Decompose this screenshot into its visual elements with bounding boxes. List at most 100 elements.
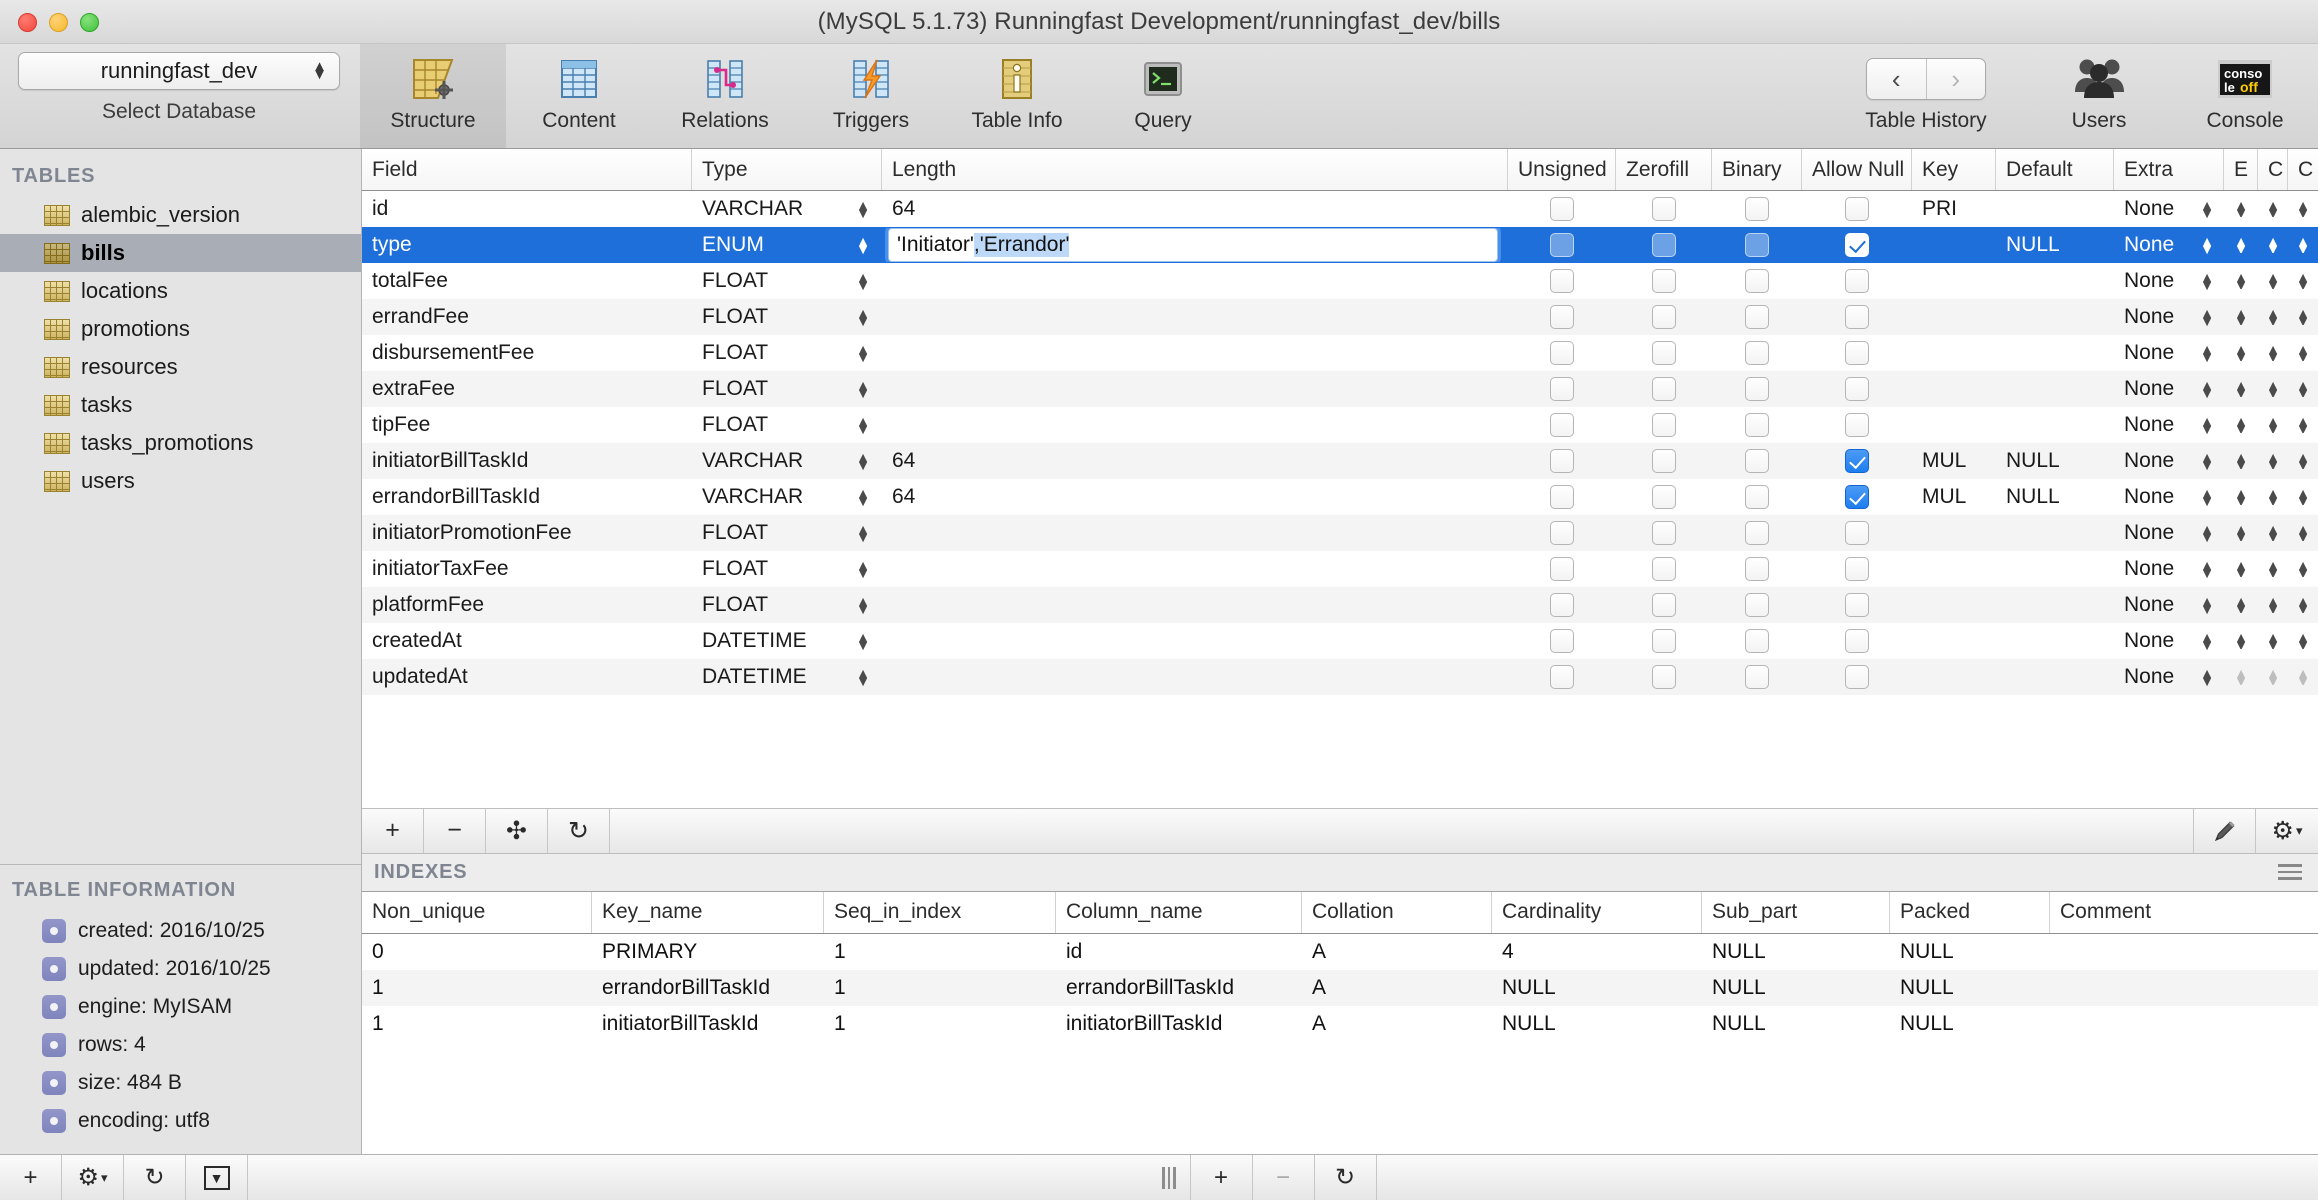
field-c2-cell[interactable]: ▲▼	[2288, 345, 2318, 361]
field-c1-cell[interactable]: ▲▼	[2258, 489, 2288, 505]
binary-checkbox[interactable]	[1745, 341, 1769, 365]
zerofill-checkbox[interactable]	[1652, 449, 1676, 473]
chevron-updown-icon[interactable]: ▲▼	[856, 489, 870, 505]
chevron-updown-icon[interactable]: ▲▼	[2296, 633, 2310, 649]
zerofill-checkbox-cell[interactable]	[1616, 269, 1712, 293]
field-c1-cell[interactable]: ▲▼	[2258, 417, 2288, 433]
allow-null-checkbox[interactable]	[1845, 413, 1869, 437]
allow-null-checkbox-cell[interactable]	[1802, 341, 1912, 365]
table-actions-gear-button[interactable]: ⚙ ▾	[62, 1155, 124, 1200]
structure-row[interactable]: errandorBillTaskIdVARCHAR▲▼64MULNULLNone…	[362, 479, 2318, 515]
indexes-row[interactable]: 1initiatorBillTaskId1initiatorBillTaskId…	[362, 1006, 2318, 1042]
field-type-cell[interactable]: FLOAT▲▼	[692, 593, 882, 617]
chevron-updown-icon[interactable]: ▲▼	[2200, 561, 2214, 577]
chevron-updown-icon[interactable]: ▲▼	[2234, 201, 2248, 217]
field-c1-cell[interactable]: ▲▼	[2258, 633, 2288, 649]
field-default-cell[interactable]: NULL	[1996, 233, 2114, 257]
chevron-updown-icon[interactable]: ▲▼	[2200, 381, 2214, 397]
unsigned-checkbox-cell[interactable]	[1508, 233, 1616, 257]
field-extra-cell[interactable]: None▲▼	[2114, 593, 2224, 617]
allow-null-checkbox-cell[interactable]	[1802, 305, 1912, 329]
field-c2-cell[interactable]: ▲▼	[2288, 417, 2318, 433]
field-e-cell[interactable]: ▲▼	[2224, 237, 2258, 253]
chevron-updown-icon[interactable]: ▲▼	[2234, 345, 2248, 361]
zerofill-checkbox-cell[interactable]	[1616, 305, 1712, 329]
field-extra-cell[interactable]: None▲▼	[2114, 485, 2224, 509]
field-c1-cell[interactable]: ▲▼	[2258, 561, 2288, 577]
allow-null-checkbox[interactable]	[1845, 629, 1869, 653]
chevron-updown-icon[interactable]: ▲▼	[2200, 237, 2214, 253]
chevron-updown-icon[interactable]: ▲▼	[2296, 525, 2310, 541]
chevron-updown-icon[interactable]: ▲▼	[2200, 417, 2214, 433]
chevron-updown-icon[interactable]: ▲▼	[2234, 633, 2248, 649]
unsigned-checkbox[interactable]	[1550, 665, 1574, 689]
indexes-table-body[interactable]: 0PRIMARY1idA4NULLNULL1errandorBillTaskId…	[362, 934, 2318, 1042]
structure-row[interactable]: idVARCHAR▲▼64PRINone▲▼▲▼▲▼▲▼	[362, 191, 2318, 227]
chevron-updown-icon[interactable]: ▲▼	[2266, 489, 2280, 505]
chevron-updown-icon[interactable]: ▲▼	[856, 453, 870, 469]
binary-checkbox[interactable]	[1745, 629, 1769, 653]
chevron-updown-icon[interactable]: ▲▼	[2296, 489, 2310, 505]
chevron-updown-icon[interactable]: ▲▼	[2234, 381, 2248, 397]
zerofill-checkbox[interactable]	[1652, 233, 1676, 257]
unsigned-checkbox-cell[interactable]	[1508, 305, 1616, 329]
tab-query[interactable]: Query	[1090, 44, 1236, 148]
field-extra-cell[interactable]: None▲▼	[2114, 449, 2224, 473]
unsigned-checkbox-cell[interactable]	[1508, 413, 1616, 437]
binary-checkbox[interactable]	[1745, 449, 1769, 473]
chevron-updown-icon[interactable]: ▲▼	[2200, 489, 2214, 505]
allow-null-checkbox[interactable]	[1845, 449, 1869, 473]
structure-col-header-e[interactable]: E	[2224, 149, 2258, 190]
field-c2-cell[interactable]: ▲▼	[2288, 525, 2318, 541]
field-extra-cell[interactable]: None▲▼	[2114, 197, 2224, 221]
structure-col-header-c2[interactable]: C	[2288, 149, 2318, 190]
field-length-cell[interactable]: 'Initiator','Errandor'	[882, 228, 1508, 262]
structure-col-header-binary[interactable]: Binary	[1712, 149, 1802, 190]
allow-null-checkbox-cell[interactable]	[1802, 485, 1912, 509]
zerofill-checkbox[interactable]	[1652, 341, 1676, 365]
sidebar-table-tasks_promotions[interactable]: tasks_promotions	[0, 424, 361, 462]
refresh-tables-button[interactable]: ↻	[124, 1155, 186, 1200]
allow-null-checkbox[interactable]	[1845, 269, 1869, 293]
allow-null-checkbox-cell[interactable]	[1802, 197, 1912, 221]
unsigned-checkbox[interactable]	[1550, 197, 1574, 221]
structure-col-header-default[interactable]: Default	[1996, 149, 2114, 190]
zerofill-checkbox-cell[interactable]	[1616, 377, 1712, 401]
field-c1-cell[interactable]: ▲▼	[2258, 309, 2288, 325]
field-extra-cell[interactable]: None▲▼	[2114, 269, 2224, 293]
field-e-cell[interactable]: ▲▼	[2224, 597, 2258, 613]
zerofill-checkbox-cell[interactable]	[1616, 629, 1712, 653]
zerofill-checkbox-cell[interactable]	[1616, 341, 1712, 365]
binary-checkbox-cell[interactable]	[1712, 413, 1802, 437]
chevron-updown-icon[interactable]: ▲▼	[856, 381, 870, 397]
field-c1-cell[interactable]: ▲▼	[2258, 453, 2288, 469]
table-history-buttons[interactable]: ‹ ›	[1866, 58, 1986, 100]
chevron-updown-icon[interactable]: ▲▼	[2296, 669, 2310, 685]
field-e-cell[interactable]: ▲▼	[2224, 345, 2258, 361]
allow-null-checkbox[interactable]	[1845, 485, 1869, 509]
indexes-col-header-non_unique[interactable]: Non_unique	[362, 892, 592, 933]
field-length-cell[interactable]: 64	[882, 197, 1508, 221]
field-e-cell[interactable]: ▲▼	[2224, 309, 2258, 325]
chevron-updown-icon[interactable]: ▲▼	[2200, 345, 2214, 361]
unsigned-checkbox-cell[interactable]	[1508, 449, 1616, 473]
allow-null-checkbox-cell[interactable]	[1802, 521, 1912, 545]
tab-table-info[interactable]: Table Info	[944, 44, 1090, 148]
chevron-updown-icon[interactable]: ▲▼	[2234, 597, 2248, 613]
unsigned-checkbox-cell[interactable]	[1508, 341, 1616, 365]
unsigned-checkbox-cell[interactable]	[1508, 593, 1616, 617]
zerofill-checkbox-cell[interactable]	[1616, 665, 1712, 689]
field-extra-cell[interactable]: None▲▼	[2114, 629, 2224, 653]
unsigned-checkbox-cell[interactable]	[1508, 485, 1616, 509]
field-name-cell[interactable]: tipFee	[362, 413, 692, 437]
binary-checkbox[interactable]	[1745, 557, 1769, 581]
allow-null-checkbox[interactable]	[1845, 593, 1869, 617]
chevron-updown-icon[interactable]: ▲▼	[856, 561, 870, 577]
structure-col-header-key[interactable]: Key	[1912, 149, 1996, 190]
history-forward-button[interactable]: ›	[1927, 59, 1986, 99]
field-e-cell[interactable]: ▲▼	[2224, 489, 2258, 505]
zerofill-checkbox-cell[interactable]	[1616, 557, 1712, 581]
zerofill-checkbox[interactable]	[1652, 305, 1676, 329]
field-type-cell[interactable]: FLOAT▲▼	[692, 269, 882, 293]
structure-col-header-type[interactable]: Type	[692, 149, 882, 190]
